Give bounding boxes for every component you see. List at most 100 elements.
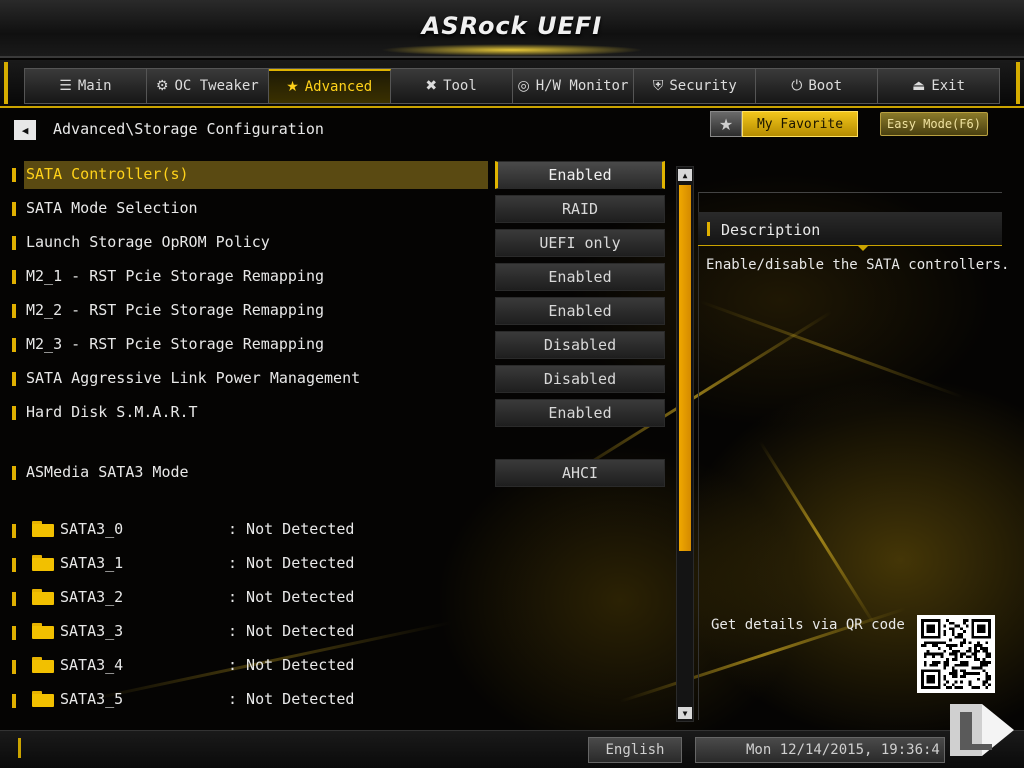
asrock-uefi-logo: ASRock UEFI xyxy=(421,12,603,40)
drive-status: : Not Detected xyxy=(228,622,355,640)
top-header: ASRock UEFI xyxy=(0,0,1024,58)
watermark-logo-icon xyxy=(950,704,1014,756)
drive-status: : Not Detected xyxy=(228,520,355,538)
drive-row[interactable]: SATA3_2: Not Detected xyxy=(12,585,492,611)
setting-row[interactable]: Launch Storage OpROM Policy UEFI only xyxy=(12,229,666,257)
setting-row[interactable]: M2_1 - RST Pcie Storage Remapping Enabled xyxy=(12,263,666,291)
setting-row[interactable]: Hard Disk S.M.A.R.T Enabled xyxy=(12,399,666,427)
drive-status: : Not Detected xyxy=(228,554,355,572)
folder-icon xyxy=(32,691,54,707)
row-marker xyxy=(12,372,16,386)
setting-value-dropdown[interactable]: Enabled xyxy=(495,161,665,189)
setting-label: SATA Controller(s) xyxy=(26,165,189,183)
tab-label: Advanced xyxy=(304,79,373,95)
scrollbar-thumb[interactable] xyxy=(679,185,691,551)
setting-row[interactable]: SATA Controller(s) Enabled xyxy=(12,161,666,189)
language-button[interactable]: English xyxy=(588,737,682,763)
row-marker xyxy=(12,694,16,708)
tab-advanced[interactable]: ★ Advanced xyxy=(268,69,391,103)
back-button[interactable]: ◀ xyxy=(14,120,36,140)
tab-bar-rail-left xyxy=(4,62,8,104)
qr-code-label: Get details via QR code xyxy=(711,617,905,633)
setting-value-dropdown[interactable]: RAID xyxy=(495,195,665,223)
row-marker xyxy=(12,168,16,182)
rocket-icon: ⚙ xyxy=(155,78,169,94)
setting-value-dropdown[interactable]: Disabled xyxy=(495,365,665,393)
tab-label: Boot xyxy=(808,78,843,94)
tab-label: Tool xyxy=(443,78,477,94)
tab-boot[interactable]: ⏻ Boot xyxy=(756,69,879,103)
drive-name: SATA3_3 xyxy=(60,622,124,640)
exit-icon: ⏏ xyxy=(912,78,926,94)
setting-value-dropdown[interactable]: Enabled xyxy=(495,399,665,427)
setting-label: M2_1 - RST Pcie Storage Remapping xyxy=(26,267,325,285)
row-marker xyxy=(12,466,16,480)
tab-main[interactable]: ☰ Main xyxy=(25,69,147,103)
drive-name: SATA3_1 xyxy=(60,554,124,572)
tab-label: H/W Monitor xyxy=(535,78,629,94)
setting-value-dropdown[interactable]: Disabled xyxy=(495,331,665,359)
setting-value-dropdown[interactable]: AHCI xyxy=(495,459,665,487)
description-notch xyxy=(857,245,869,251)
scrollbar[interactable]: ▲ ▼ xyxy=(676,166,694,722)
folder-icon xyxy=(32,521,54,537)
favorite-star-button[interactable]: ★ xyxy=(710,111,742,137)
monitor-icon: ◎ xyxy=(517,78,530,94)
tab-h-w-monitor[interactable]: ◎ H/W Monitor xyxy=(513,69,635,103)
drive-row[interactable]: SATA3_1 : Not Detected xyxy=(12,551,492,577)
row-marker xyxy=(12,524,16,538)
setting-row[interactable]: SATA Aggressive Link Power Management Dis… xyxy=(12,365,666,393)
list-icon: ☰ xyxy=(59,78,72,94)
tab-label: OC Tweaker xyxy=(174,78,259,94)
tab-oc-tweaker[interactable]: ⚙ OC Tweaker xyxy=(147,69,269,103)
my-favorite-button[interactable]: My Favorite xyxy=(742,111,858,137)
logo-glow xyxy=(380,44,644,56)
datetime-display: Mon 12/14/2015, 19:36:4 xyxy=(695,737,945,763)
qr-code-image xyxy=(917,615,995,693)
setting-label: M2_2 - RST Pcie Storage Remapping xyxy=(26,301,325,319)
easy-mode-button[interactable]: Easy Mode(F6) xyxy=(880,112,988,136)
folder-icon xyxy=(32,555,54,571)
tab-security[interactable]: ⛨ Security xyxy=(634,69,757,103)
setting-row[interactable]: M2_2 - RST Pcie Storage Remapping Enabled xyxy=(12,297,666,325)
row-marker xyxy=(12,660,16,674)
row-marker xyxy=(12,406,16,420)
drive-row[interactable]: SATA3_4: Not Detected xyxy=(12,653,492,679)
drive-status: : Not Detected xyxy=(228,690,355,708)
scroll-down-icon[interactable]: ▼ xyxy=(678,707,692,719)
setting-value-dropdown[interactable]: Enabled xyxy=(495,263,665,291)
power-icon: ⏻ xyxy=(791,78,803,94)
tab-tool[interactable]: ✖ Tool xyxy=(391,69,513,103)
row-marker xyxy=(12,592,16,606)
drive-row[interactable]: SATA3_3 : Not Detected xyxy=(12,619,492,645)
back-arrow-icon: ◀ xyxy=(21,123,29,137)
folder-icon xyxy=(32,623,54,639)
setting-label: SATA Mode Selection xyxy=(26,199,198,217)
setting-value-dropdown[interactable]: Enabled xyxy=(495,297,665,325)
shield-icon: ⛨ xyxy=(652,78,664,94)
row-marker xyxy=(12,270,16,284)
tab-label: Exit xyxy=(931,78,966,94)
scroll-up-icon[interactable]: ▲ xyxy=(678,169,692,181)
setting-label: M2_3 - RST Pcie Storage Remapping xyxy=(26,335,325,353)
main-tabs: ☰ Main ⚙ OC Tweaker ★ Advanced ✖ Tool ◎ H/W Monit… xyxy=(24,68,1000,104)
setting-row[interactable]: ASMedia SATA3 Mode AHCI xyxy=(12,459,666,487)
tab-label: Security xyxy=(669,78,737,94)
drive-row[interactable]: SATA3_0: Not Detected xyxy=(12,517,492,543)
tab-label: Main xyxy=(77,78,112,94)
description-marker xyxy=(707,222,710,236)
setting-label: Launch Storage OpROM Policy xyxy=(26,233,270,251)
tab-exit[interactable]: ⏏ Exit xyxy=(878,69,999,103)
drive-status: : Not Detected xyxy=(228,656,355,674)
description-header: Description xyxy=(698,212,1002,246)
description-title: Description xyxy=(721,221,821,239)
setting-row[interactable]: SATA Mode Selection RAID xyxy=(12,195,666,223)
setting-value-dropdown[interactable]: UEFI only xyxy=(495,229,665,257)
setting-row[interactable]: M2_3 - RST Pcie Storage Remapping Disable… xyxy=(12,331,666,359)
row-marker xyxy=(12,338,16,352)
drive-status: : Not Detected xyxy=(228,588,355,606)
drive-row[interactable]: SATA3_5: Not Detected xyxy=(12,687,492,713)
folder-icon xyxy=(32,657,54,673)
setting-label: Hard Disk S.M.A.R.T xyxy=(26,403,198,421)
row-marker xyxy=(12,202,16,216)
